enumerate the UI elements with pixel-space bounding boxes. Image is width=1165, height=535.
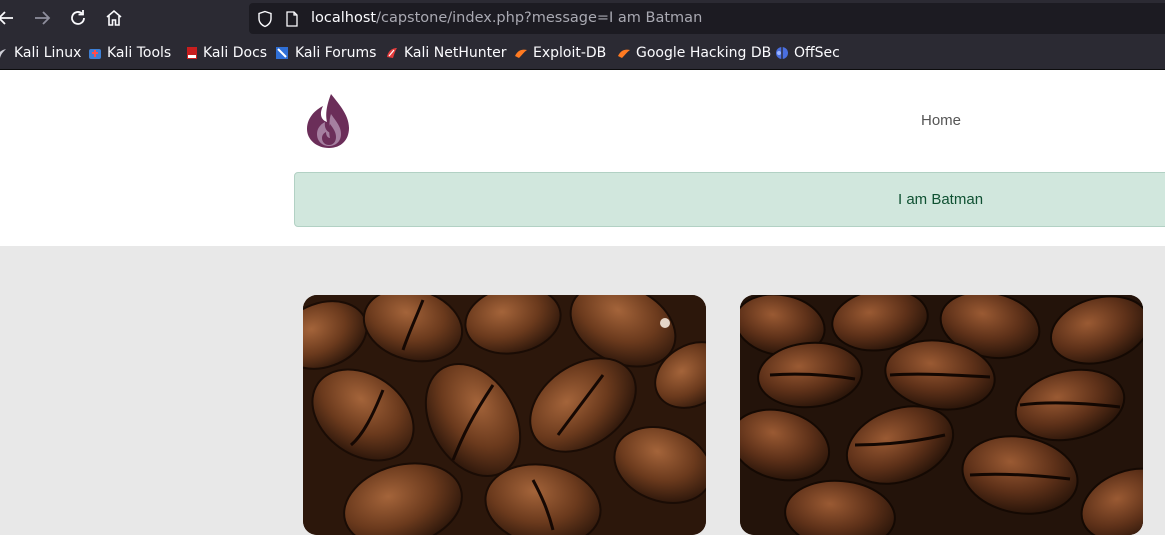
bookmark-kali-linux[interactable]: Kali Linux [0, 45, 81, 63]
forward-button[interactable] [30, 6, 54, 30]
bookmark-label: Exploit-DB [533, 45, 607, 61]
product-card[interactable] [303, 295, 706, 535]
home-button[interactable] [102, 6, 126, 30]
bookmark-kali-nethunter[interactable]: Kali NetHunter [385, 45, 507, 63]
bookmark-label: OffSec [794, 45, 840, 61]
kali-dragon-icon [0, 49, 6, 58]
reload-icon [71, 10, 85, 25]
shield-icon[interactable] [257, 10, 273, 28]
coffee-beans-photo [740, 295, 1143, 535]
bookmark-label: Kali NetHunter [404, 45, 507, 61]
url-path: /capstone/index.php?message=I am Batman [376, 10, 703, 26]
flame-logo-icon[interactable] [305, 92, 353, 150]
kali-tools-icon [89, 49, 101, 59]
kali-forums-icon [276, 47, 288, 59]
nav-home-link[interactable]: Home [921, 112, 961, 129]
offsec-icon [776, 47, 788, 59]
reload-button[interactable] [66, 6, 90, 30]
ghdb-icon [618, 49, 630, 58]
exploit-db-icon [515, 49, 527, 58]
bookmark-label: Kali Linux [14, 45, 82, 61]
bookmark-kali-docs[interactable]: Kali Docs [185, 45, 268, 63]
arrow-right-icon [35, 11, 51, 25]
bookmark-offsec[interactable]: OffSec [775, 45, 845, 63]
bookmark-label: Kali Forums [295, 45, 377, 61]
url-text[interactable]: localhost/capstone/index.php?message=I a… [311, 10, 702, 26]
product-card[interactable] [740, 295, 1143, 535]
nethunter-icon [387, 48, 397, 58]
site-header: Home I am Batman [0, 70, 1165, 246]
bookmark-exploit-db[interactable]: Exploit-DB [514, 45, 609, 63]
arrow-left-icon [0, 11, 13, 25]
bookmark-label: Kali Docs [203, 45, 268, 61]
bookmark-label: Google Hacking DB [636, 45, 772, 61]
coffee-beans-photo [303, 295, 706, 535]
kali-docs-icon [187, 47, 197, 59]
bookmark-label: Kali Tools [107, 45, 172, 61]
alert-message: I am Batman [898, 191, 984, 208]
browser-toolbar: localhost/capstone/index.php?message=I a… [0, 0, 1165, 37]
success-alert: I am Batman [294, 172, 1165, 227]
home-icon [106, 9, 122, 26]
address-bar[interactable]: localhost/capstone/index.php?message=I a… [249, 3, 1165, 34]
bookmark-kali-forums[interactable]: Kali Forums [275, 45, 377, 63]
url-host: localhost [311, 10, 377, 26]
bookmark-google-hacking-db[interactable]: Google Hacking DB [617, 45, 771, 63]
bookmarks-bar: Kali Linux Kali Tools Kali Docs Kali For… [0, 37, 1165, 70]
back-button[interactable] [0, 6, 18, 30]
bookmark-kali-tools[interactable]: Kali Tools [88, 45, 173, 63]
page-icon[interactable] [285, 11, 299, 27]
